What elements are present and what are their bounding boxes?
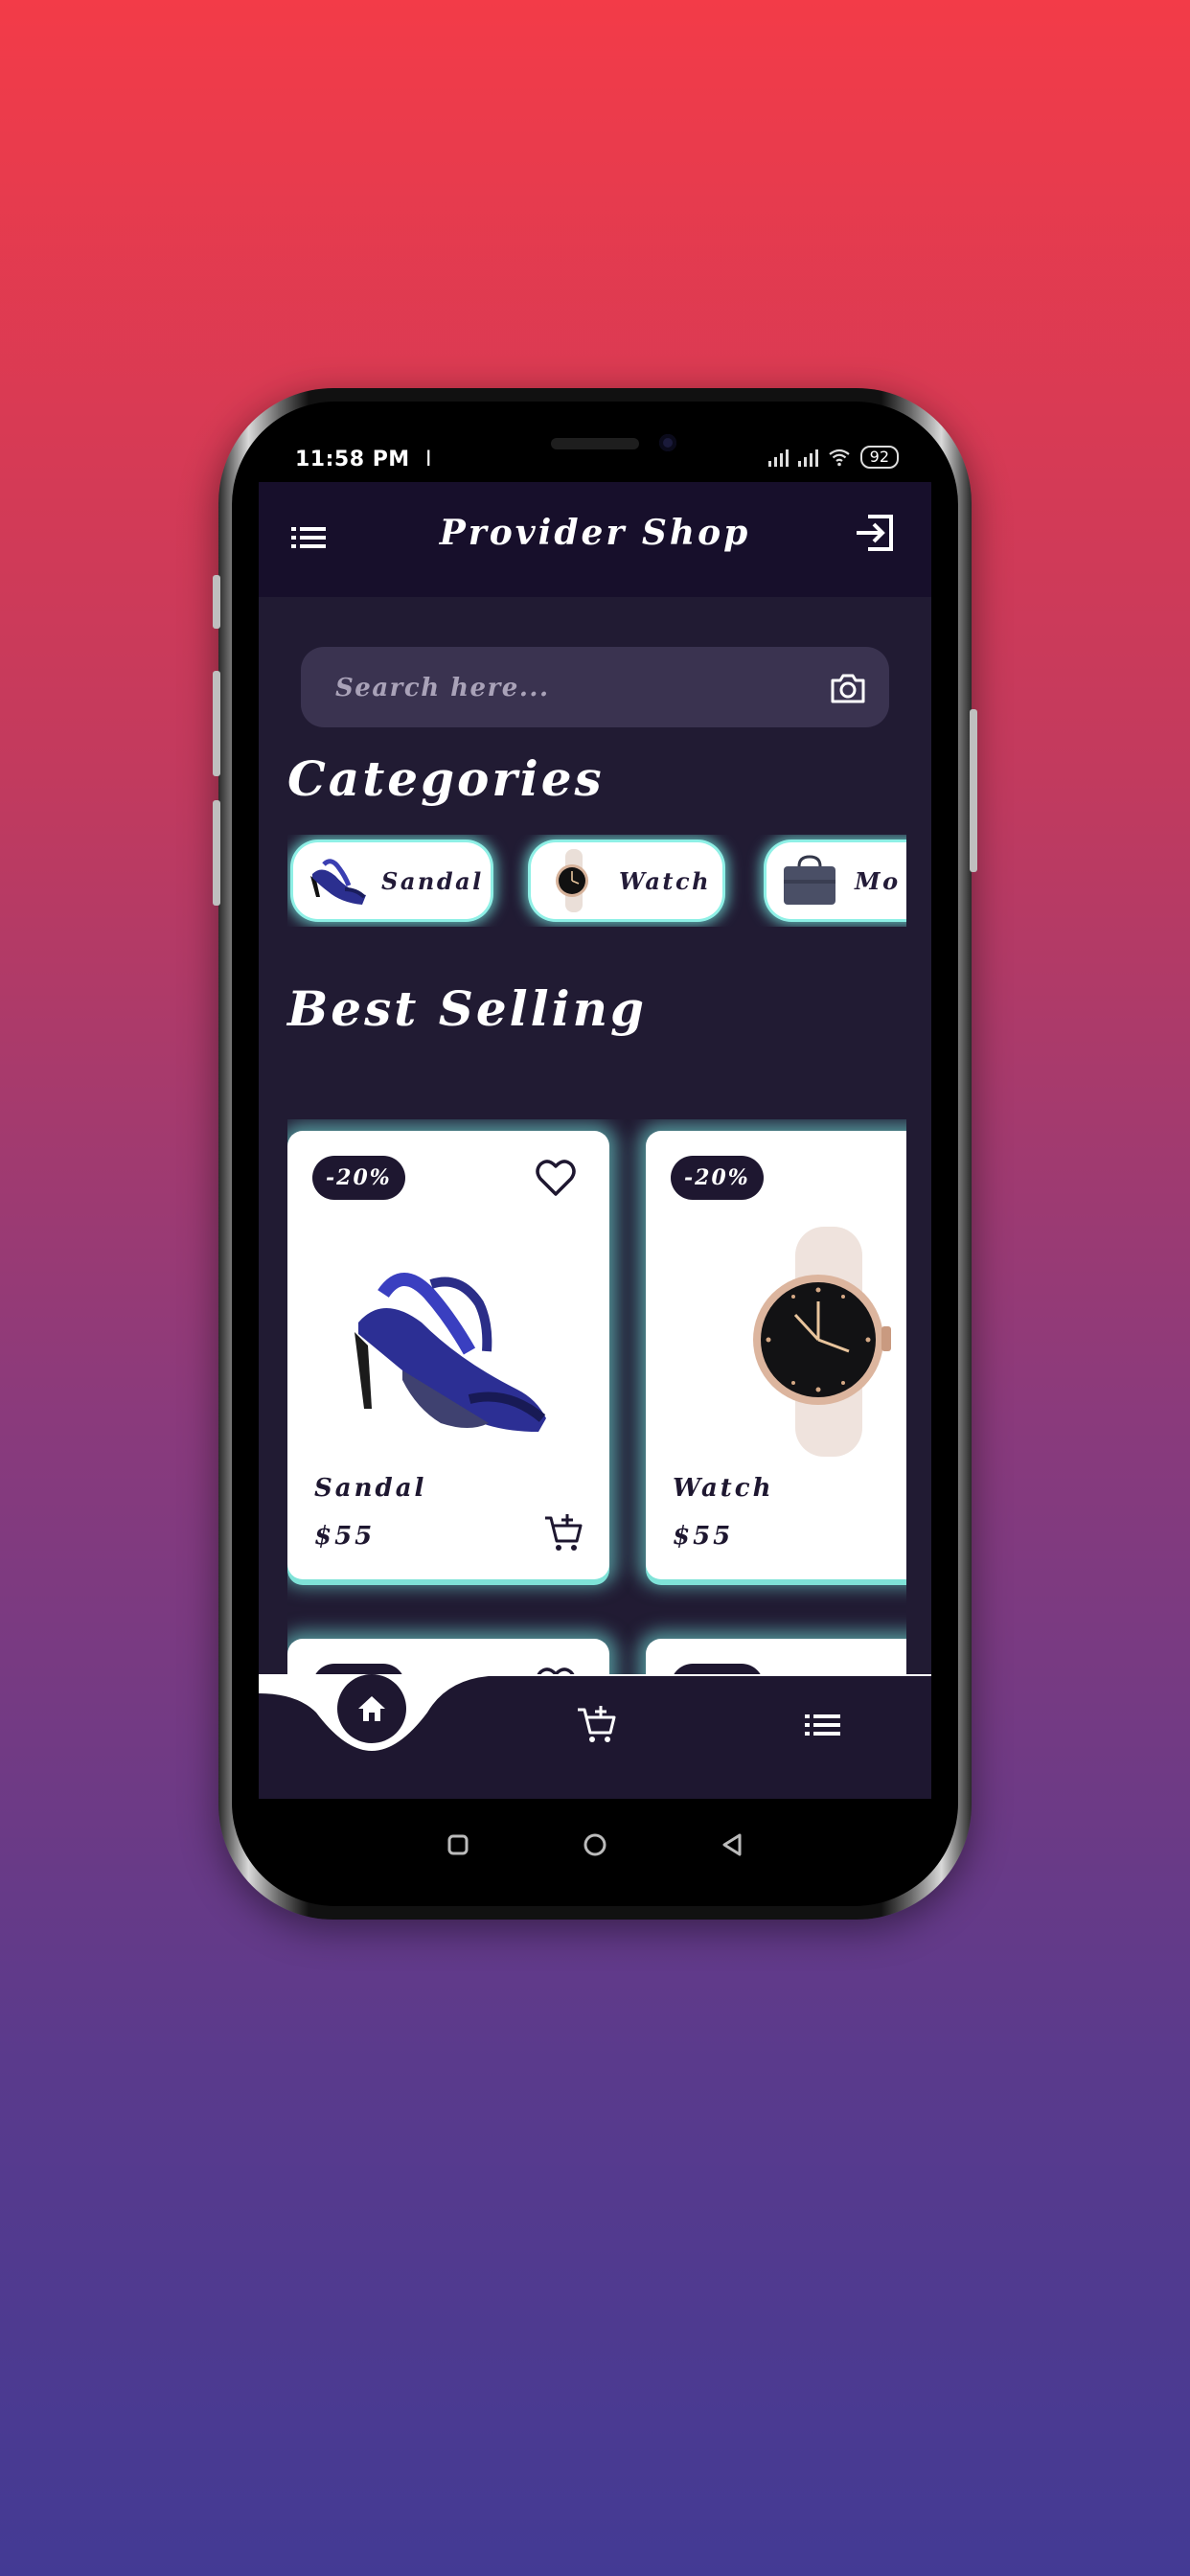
- main-content: Categories Sandal Watch: [259, 597, 931, 1674]
- status-icons: 92: [767, 446, 899, 469]
- category-label: Watch: [619, 866, 712, 895]
- heart-icon[interactable]: [533, 1154, 579, 1200]
- list-icon[interactable]: [801, 1703, 845, 1747]
- earpiece-speaker: [551, 438, 639, 449]
- heart-icon[interactable]: [533, 1662, 579, 1674]
- product-name: Watch: [673, 1474, 774, 1503]
- product-price: $55: [673, 1522, 734, 1551]
- signal-icon: [767, 448, 789, 467]
- product-grid: -20% Sandal $55 -20% Watch $55: [287, 1119, 906, 1674]
- category-chip-watch[interactable]: Watch: [531, 842, 722, 919]
- bottom-navigation: [259, 1674, 931, 1799]
- home-button[interactable]: [337, 1674, 406, 1743]
- front-camera: [659, 434, 676, 451]
- recents-icon[interactable]: [441, 1828, 475, 1862]
- category-label: Sandal: [381, 866, 484, 895]
- product-card[interactable]: -20%: [287, 1639, 609, 1674]
- discount-badge: -20%: [312, 1156, 405, 1200]
- watch-image: [753, 1227, 891, 1457]
- cart-add-icon[interactable]: [542, 1512, 584, 1554]
- watch-image: [556, 849, 588, 912]
- home-circle-icon[interactable]: [578, 1828, 612, 1862]
- product-card[interactable]: -20%: [646, 1639, 906, 1674]
- sandal-image: [310, 859, 366, 905]
- app-title: Provider Shop: [439, 513, 751, 553]
- sandal-image: [355, 1273, 546, 1432]
- best-selling-title: Best Selling: [287, 980, 647, 1037]
- volume-up-button: [213, 671, 220, 776]
- category-label: Mo: [855, 866, 901, 895]
- volume-button: [213, 575, 220, 629]
- system-navigation-bar: [259, 1799, 931, 1891]
- status-time: 11:58 PM I: [295, 448, 433, 472]
- logout-icon[interactable]: [851, 509, 899, 557]
- discount-badge: -20%: [312, 1664, 405, 1674]
- status-bar: 11:58 PM I 92: [259, 417, 931, 482]
- cart-add-icon[interactable]: [575, 1703, 619, 1747]
- discount-badge: -20%: [671, 1664, 764, 1674]
- battery-indicator: 92: [859, 446, 899, 469]
- home-icon: [358, 1696, 385, 1721]
- search-input[interactable]: [333, 668, 797, 708]
- category-chip-sandal[interactable]: Sandal: [293, 842, 491, 919]
- product-card-sandal[interactable]: -20% Sandal $55: [287, 1131, 609, 1579]
- power-button: [970, 709, 977, 872]
- product-card-watch[interactable]: -20% Watch $55: [646, 1131, 906, 1579]
- product-price: $55: [314, 1522, 376, 1551]
- phone-screen: 11:58 PM I 92 Provider Shop Search here.…: [259, 417, 931, 1891]
- volume-down-button: [213, 800, 220, 906]
- wifi-icon: [828, 448, 850, 467]
- category-chip-bag[interactable]: Mo: [767, 842, 906, 919]
- signal-icon: [797, 448, 818, 467]
- categories-title: Categories: [287, 750, 605, 807]
- product-name: Sandal: [314, 1474, 427, 1503]
- app-bar: Provider Shop: [259, 482, 931, 597]
- camera-icon[interactable]: [828, 668, 868, 708]
- bag-image: [784, 855, 835, 905]
- discount-badge: -20%: [671, 1156, 764, 1200]
- back-icon[interactable]: [715, 1828, 749, 1862]
- search-bar: [301, 647, 889, 727]
- categories-row: Sandal Watch Mo: [287, 835, 906, 927]
